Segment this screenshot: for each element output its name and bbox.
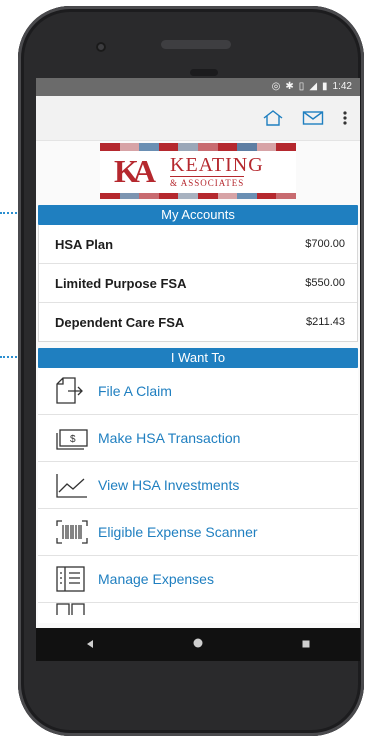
status-time: 1:42 bbox=[332, 81, 352, 92]
svg-text:$: $ bbox=[70, 434, 76, 445]
action-label: Make HSA Transaction bbox=[98, 430, 241, 446]
action-file-claim[interactable]: File A Claim bbox=[38, 368, 358, 415]
phone-screen: ◎ ✱ ▯ ◢ ▮ 1:42 KA KEATING & ASSOCIATES M… bbox=[36, 78, 360, 661]
bluetooth-icon: ✱ bbox=[285, 81, 294, 92]
account-name: HSA Plan bbox=[55, 236, 114, 252]
my-accounts-header: My Accounts bbox=[38, 205, 358, 225]
logo-mark: KA bbox=[114, 153, 156, 189]
account-balance: $550.00 bbox=[305, 277, 345, 289]
i-want-to-header: I Want To bbox=[38, 348, 358, 368]
account-balance: $700.00 bbox=[305, 238, 345, 250]
action-label: View HSA Investments bbox=[98, 477, 240, 493]
action-partial-row bbox=[38, 603, 358, 623]
action-expense-scanner[interactable]: Eligible Expense Scanner bbox=[38, 509, 358, 556]
columns-icon bbox=[54, 593, 92, 623]
line-chart-icon bbox=[54, 470, 92, 500]
logo-subtitle: & ASSOCIATES bbox=[170, 176, 245, 188]
front-camera bbox=[96, 42, 106, 52]
barcode-scanner-icon bbox=[54, 517, 92, 547]
app-bar bbox=[36, 96, 360, 141]
nfc-icon: ◎ bbox=[271, 81, 281, 92]
android-nav-bar bbox=[36, 628, 360, 661]
accounts-list: HSA Plan $700.00 Limited Purpose FSA $55… bbox=[38, 225, 358, 342]
vibrate-icon: ▯ bbox=[298, 81, 305, 92]
account-balance: $211.43 bbox=[306, 316, 345, 328]
account-name: Dependent Care FSA bbox=[55, 314, 185, 330]
action-hsa-investments[interactable]: View HSA Investments bbox=[38, 462, 358, 509]
action-label: File A Claim bbox=[98, 383, 172, 399]
account-row-hsa[interactable]: HSA Plan $700.00 bbox=[39, 225, 357, 264]
mail-icon[interactable] bbox=[302, 110, 324, 126]
overflow-menu-icon[interactable] bbox=[342, 110, 348, 126]
file-claim-icon bbox=[54, 376, 92, 406]
logo-stripes-bottom bbox=[100, 193, 296, 199]
company-logo: KA KEATING & ASSOCIATES bbox=[100, 143, 296, 199]
battery-icon: ▮ bbox=[322, 81, 328, 92]
account-name: Limited Purpose FSA bbox=[55, 275, 187, 291]
action-label: Eligible Expense Scanner bbox=[98, 524, 258, 540]
signal-icon: ◢ bbox=[309, 81, 318, 92]
actions-list: File A Claim $ Make HSA Transaction View… bbox=[38, 368, 358, 623]
logo-name: KEATING bbox=[170, 154, 264, 176]
home-icon[interactable] bbox=[262, 109, 284, 127]
dollar-bill-icon: $ bbox=[54, 423, 92, 453]
account-row-limited-fsa[interactable]: Limited Purpose FSA $550.00 bbox=[39, 264, 357, 303]
logo-stripes-top bbox=[100, 143, 296, 151]
action-hsa-transaction[interactable]: $ Make HSA Transaction bbox=[38, 415, 358, 462]
sensor-slot bbox=[190, 69, 218, 76]
recents-square-icon[interactable] bbox=[301, 636, 311, 654]
status-bar: ◎ ✱ ▯ ◢ ▮ 1:42 bbox=[36, 78, 360, 96]
earpiece-speaker bbox=[161, 40, 231, 49]
action-label: Manage Expenses bbox=[98, 571, 214, 587]
account-row-dependent-care[interactable]: Dependent Care FSA $211.43 bbox=[39, 303, 357, 341]
home-circle-icon[interactable] bbox=[192, 636, 204, 654]
receipt-list-icon bbox=[54, 564, 92, 594]
logo-area: KA KEATING & ASSOCIATES bbox=[36, 141, 360, 201]
back-icon[interactable] bbox=[85, 636, 95, 654]
